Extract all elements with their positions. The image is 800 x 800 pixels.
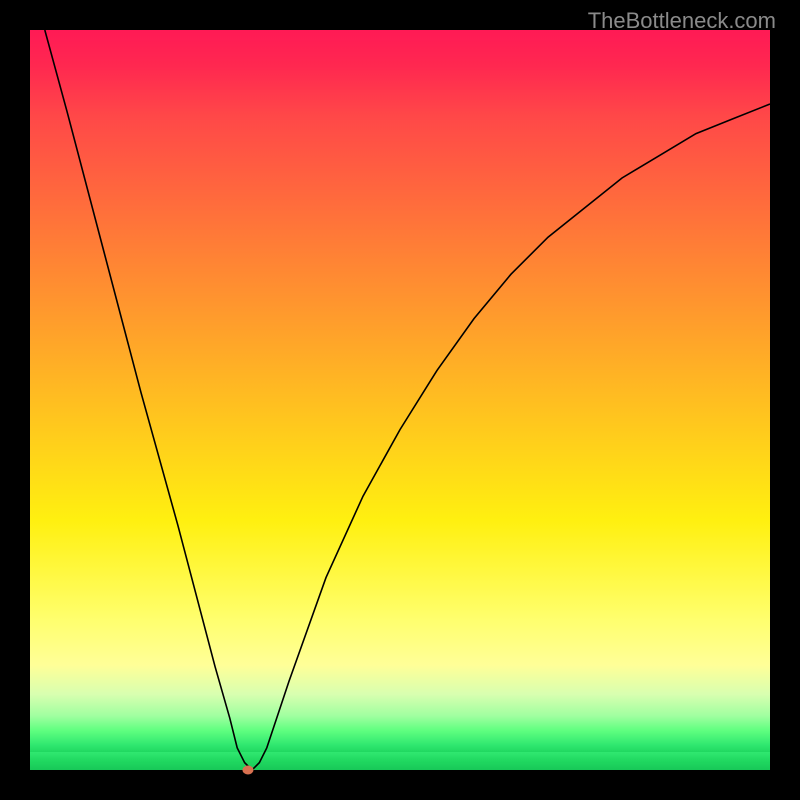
data-marker xyxy=(243,766,254,775)
bottleneck-curve xyxy=(45,30,770,770)
chart-container xyxy=(30,30,770,770)
watermark-text: TheBottleneck.com xyxy=(588,8,776,34)
chart-curve-svg xyxy=(30,30,770,770)
